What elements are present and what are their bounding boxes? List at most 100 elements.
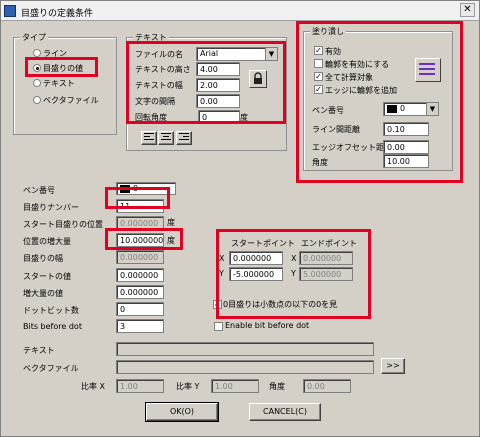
dot-bits-field[interactable]: 0 — [116, 302, 164, 316]
line-spacing-field[interactable]: 0.10 — [383, 122, 429, 136]
ratio-y-field[interactable]: 1.00 — [211, 379, 259, 393]
type-radio-vector[interactable] — [33, 96, 41, 104]
dot-bits-label: ドットビット数 — [23, 306, 79, 315]
full-calc-checkbox[interactable]: ✓ — [314, 72, 323, 81]
edge-outline-checkbox[interactable]: ✓ — [314, 85, 323, 94]
char-spacing-field[interactable]: 0.00 — [196, 94, 240, 108]
start-value-field[interactable]: 0.000000 — [116, 268, 164, 282]
fill-pattern-button[interactable] — [415, 58, 441, 82]
enable-bit-checkbox[interactable] — [214, 322, 223, 331]
outline-label[interactable]: 輪郭を有効にする — [325, 59, 389, 70]
chevron-down-icon[interactable]: ▼ — [265, 48, 277, 60]
chevron-down-icon[interactable]: ▼ — [426, 103, 438, 115]
start-pos-label: スタート目盛りの位置 — [23, 220, 103, 229]
start-pos-field[interactable]: 0.000000 — [116, 216, 164, 230]
align-right-button[interactable] — [176, 131, 192, 145]
text-height-label: テキストの高さ — [135, 65, 191, 74]
type-option-vector[interactable]: ベクタファイル — [43, 95, 99, 106]
end-point-label: エンドポイント — [301, 239, 357, 248]
font-label: ファイルの名 — [135, 50, 183, 59]
end-y-label: Y — [291, 269, 296, 278]
line-spacing-label: ライン間距離 — [312, 125, 360, 134]
window-title: 目盛りの定義条件 — [21, 9, 94, 19]
bits-before-dot-field[interactable]: 3 — [116, 319, 164, 333]
start-point-label: スタートポイント — [231, 239, 295, 248]
type-option-scale-value[interactable]: 目盛りの値 — [43, 63, 83, 74]
end-x-field[interactable]: 0.000000 — [299, 251, 353, 265]
end-y-field[interactable]: 5.000000 — [299, 267, 353, 281]
start-x-label: X — [219, 254, 225, 263]
close-button[interactable]: ✕ — [460, 3, 475, 17]
ratio-x-label: 比率 X — [81, 382, 106, 391]
vector-file-field[interactable] — [116, 360, 374, 374]
enable-bit-label[interactable]: Enable bit before dot — [225, 321, 309, 330]
start-value-label: スタートの値 — [23, 272, 71, 281]
pen-number-select[interactable]: 0 — [116, 182, 176, 195]
vector-file-label: ベクタファイル — [23, 364, 79, 373]
start-y-field[interactable]: -5.000000 — [229, 267, 283, 281]
text-group-label: テキスト — [133, 32, 169, 43]
start-pos-unit: 度 — [167, 218, 175, 227]
increment-unit: 度 — [167, 236, 175, 245]
type-radio-text[interactable] — [33, 79, 41, 87]
font-select-value: Arial — [200, 49, 219, 58]
increase-value-field[interactable]: 0.000000 — [116, 285, 164, 299]
fill-angle-field[interactable]: 10.00 — [383, 154, 429, 168]
bottom-angle-field[interactable]: 0.00 — [303, 379, 351, 393]
align-right-icon — [179, 133, 189, 140]
start-x-field[interactable]: 0.000000 — [229, 251, 283, 265]
text-label: テキスト — [23, 346, 55, 355]
type-option-line[interactable]: ライン — [43, 48, 67, 59]
type-radio-line[interactable] — [33, 49, 41, 57]
cancel-button[interactable]: CANCEL(C) — [249, 403, 321, 421]
text-height-field[interactable]: 4.00 — [196, 62, 240, 76]
outline-checkbox[interactable] — [314, 59, 323, 68]
edge-offset-field[interactable]: 0.00 — [383, 140, 429, 154]
ratio-y-label: 比率 Y — [176, 382, 200, 391]
fill-pen-value: 0 — [400, 104, 406, 113]
font-select[interactable]: Arial ▼ — [196, 47, 278, 61]
ratio-x-field[interactable]: 1.00 — [116, 379, 164, 393]
align-center-icon — [161, 133, 171, 140]
rotation-field[interactable]: 0 — [198, 110, 240, 124]
lock-icon-button[interactable] — [249, 70, 267, 88]
lock-icon — [254, 72, 262, 84]
fill-angle-label: 角度 — [312, 158, 328, 167]
edge-offset-label: エッジオフセット距離 — [312, 143, 392, 152]
text-width-field[interactable]: 2.00 — [196, 78, 240, 92]
increment-field[interactable]: 10.000000 — [116, 233, 164, 247]
rotation-label: 回転角度 — [135, 113, 167, 122]
pen-number-label: ペン番号 — [23, 186, 55, 195]
rotation-unit: 度 — [240, 113, 248, 122]
align-center-button[interactable] — [158, 131, 174, 145]
char-spacing-label: 文字の間隔 — [135, 97, 175, 106]
text-width-label: テキストの幅 — [135, 81, 183, 90]
ok-button[interactable]: OK(O) — [145, 402, 219, 422]
end-x-label: X — [291, 254, 297, 263]
fill-enabled-label[interactable]: 有効 — [325, 46, 341, 57]
title-bar[interactable]: 目盛りの定義条件 ✕ — [1, 1, 479, 21]
pen-color-swatch — [120, 185, 130, 193]
scale-width-field[interactable]: 0.000000 — [116, 250, 164, 264]
text-field[interactable] — [116, 342, 374, 356]
full-calc-label[interactable]: 全て計算対象 — [325, 72, 373, 83]
zero-hide-checkbox[interactable]: ✓ — [213, 300, 222, 309]
scale-number-field[interactable]: 11 — [116, 199, 164, 213]
browse-button[interactable]: >> — [381, 358, 405, 374]
bits-before-dot-label: Bits before dot — [23, 322, 82, 331]
type-group-label: タイプ — [20, 32, 48, 43]
edge-outline-label[interactable]: エッジに輪郭を追加 — [325, 85, 397, 96]
pen-color-swatch — [387, 105, 397, 113]
type-radio-scale-value[interactable] — [33, 64, 41, 72]
fill-pen-label: ペン番号 — [312, 106, 344, 115]
dialog-window: 目盛りの定義条件 ✕ タイプ ライン 目盛りの値 テキスト ベクタファイル テキ… — [0, 0, 480, 437]
pen-number-value: 0 — [133, 184, 139, 193]
align-left-button[interactable] — [141, 131, 157, 145]
app-icon — [4, 5, 16, 17]
fill-enabled-checkbox[interactable]: ✓ — [314, 46, 323, 55]
zero-hide-label[interactable]: 0目盛りは小数点の以下の0を見 — [223, 299, 337, 310]
fill-pen-select[interactable]: 0 ▼ — [383, 102, 439, 116]
scale-number-label: 目盛りナンバー — [23, 203, 79, 212]
bottom-angle-label: 角度 — [269, 382, 285, 391]
type-option-text[interactable]: テキスト — [43, 78, 75, 89]
